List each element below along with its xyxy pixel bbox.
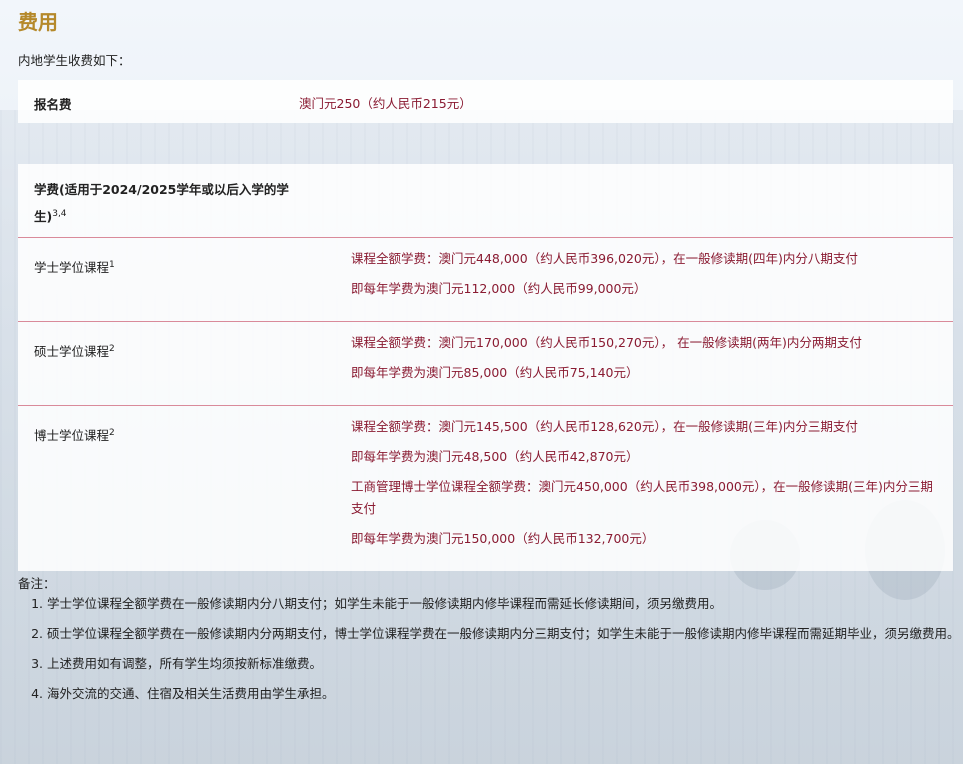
fee-line: 即每年学费为澳门元85,000（约人民币75,140元）: [351, 365, 639, 380]
program-footnote: 1: [109, 259, 115, 270]
notes-list: 学士学位课程全额学费在一般修读期内分八期支付；如学生未能于一般修读期内修毕课程而…: [18, 592, 963, 712]
fee-line: 工商管理博士学位课程全额学费：澳门元450,000（约人民币398,000元），…: [351, 479, 933, 516]
tuition-table: 学费(适用于2024/2025学年或以后入学的学生)3,4 学士学位课程1 课程…: [18, 164, 953, 571]
fee-line: 即每年学费为澳门元150,000（约人民币132,700元）: [351, 531, 655, 546]
program-name-text: 硕士学位课程: [34, 344, 110, 359]
program-name-doctoral: 博士学位课程2: [34, 425, 115, 444]
fees-bachelor: 课程全额学费：澳门元448,000（约人民币396,020元），在一般修读期(四…: [351, 248, 941, 308]
tuition-header: 学费(适用于2024/2025学年或以后入学的学生)3,4: [34, 176, 304, 230]
program-name-master: 硕士学位课程2: [34, 341, 115, 360]
program-footnote: 2: [109, 343, 115, 354]
note-item: 学士学位课程全额学费在一般修读期内分八期支付；如学生未能于一般修读期内修毕课程而…: [47, 592, 963, 615]
note-item: 硕士学位课程全额学费在一般修读期内分两期支付，博士学位课程学费在一般修读期内分三…: [47, 622, 963, 645]
fee-line: 课程全额学费：澳门元145,500（约人民币128,620元），在一般修读期(三…: [351, 419, 858, 434]
fees-master: 课程全额学费：澳门元170,000（约人民币150,270元）， 在一般修读期(…: [351, 332, 941, 392]
row-separator: [18, 321, 953, 322]
notes-title: 备注：: [18, 576, 56, 591]
fee-line: 即每年学费为澳门元112,000（约人民币99,000元）: [351, 281, 647, 296]
page-title: 费用: [18, 10, 58, 34]
program-footnote: 2: [109, 427, 115, 438]
tuition-header-footnote: 3,4: [52, 208, 67, 219]
program-name-text: 博士学位课程: [34, 428, 110, 443]
fees-doctoral: 课程全额学费：澳门元145,500（约人民币128,620元），在一般修读期(三…: [351, 416, 941, 558]
intro-text: 内地学生收费如下：: [18, 53, 131, 68]
note-item: 上述费用如有调整，所有学生均须按新标准缴费。: [47, 652, 963, 675]
note-item: 海外交流的交通、住宿及相关生活费用由学生承担。: [47, 682, 963, 705]
application-fee-label: 报名费: [34, 97, 72, 112]
program-name-text: 学士学位课程: [34, 260, 110, 275]
fee-line: 课程全额学费：澳门元170,000（约人民币150,270元）， 在一般修读期(…: [351, 335, 862, 350]
application-fee-value: 澳门元250（约人民币215元）: [299, 96, 472, 111]
program-name-bachelor: 学士学位课程1: [34, 257, 115, 276]
fee-line: 课程全额学费：澳门元448,000（约人民币396,020元），在一般修读期(四…: [351, 251, 858, 266]
application-fee-row: 报名费 澳门元250（约人民币215元）: [18, 80, 953, 123]
row-separator: [18, 237, 953, 238]
tuition-header-text: 学费(适用于2024/2025学年或以后入学的学生): [34, 182, 289, 224]
row-separator: [18, 405, 953, 406]
fee-line: 即每年学费为澳门元48,500（约人民币42,870元）: [351, 449, 639, 464]
